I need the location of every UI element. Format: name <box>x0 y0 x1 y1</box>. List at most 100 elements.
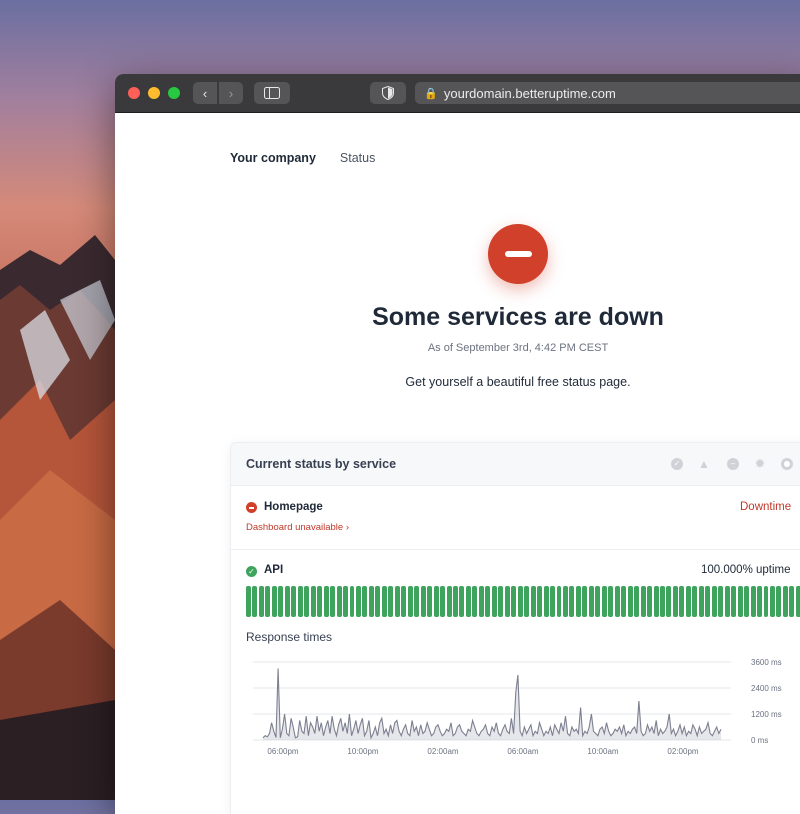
uptime-day-bar[interactable] <box>757 586 762 617</box>
uptime-day-bar[interactable] <box>530 586 536 617</box>
uptime-day-bar[interactable] <box>692 586 698 617</box>
uptime-day-bar[interactable] <box>433 586 439 617</box>
uptime-day-bar[interactable] <box>362 586 368 617</box>
company-name-link[interactable]: Your company <box>230 151 316 165</box>
uptime-day-bar[interactable] <box>317 586 323 617</box>
privacy-report-button[interactable] <box>370 82 406 104</box>
uptime-day-bar[interactable] <box>407 586 413 617</box>
uptime-day-bar[interactable] <box>776 586 782 617</box>
uptime-day-bar[interactable] <box>498 586 504 617</box>
uptime-day-bar[interactable] <box>323 586 329 617</box>
uptime-day-bar[interactable] <box>401 586 407 617</box>
uptime-day-bar[interactable] <box>556 586 562 617</box>
uptime-day-bar[interactable] <box>569 586 575 617</box>
uptime-day-bar[interactable] <box>465 586 471 617</box>
uptime-day-bar[interactable] <box>601 586 607 617</box>
uptime-day-bar[interactable] <box>763 586 769 617</box>
uptime-day-bar[interactable] <box>485 586 491 617</box>
uptime-day-bar[interactable] <box>336 586 342 617</box>
uptime-day-bar[interactable] <box>679 586 685 617</box>
uptime-day-bar[interactable] <box>582 586 588 617</box>
uptime-day-bar[interactable] <box>718 586 724 617</box>
uptime-day-bar[interactable] <box>705 586 711 617</box>
uptime-day-bar[interactable] <box>420 586 426 617</box>
minimize-window-button[interactable] <box>148 87 160 99</box>
uptime-day-bar[interactable] <box>562 586 568 617</box>
uptime-day-bar[interactable] <box>258 586 264 617</box>
uptime-day-bar[interactable] <box>634 586 640 617</box>
uptime-day-bar[interactable] <box>246 586 251 617</box>
url-text: yourdomain.betteruptime.com <box>443 85 616 101</box>
uptime-day-bar[interactable] <box>789 586 795 617</box>
uptime-day-bar[interactable] <box>271 586 277 617</box>
uptime-day-bar[interactable] <box>504 586 510 617</box>
uptime-day-bar[interactable] <box>647 586 653 617</box>
uptime-day-bar[interactable] <box>427 586 433 617</box>
uptime-day-bar[interactable] <box>297 586 303 617</box>
uptime-day-bar[interactable] <box>278 586 284 617</box>
uptime-day-bar[interactable] <box>446 586 452 617</box>
uptime-day-bar[interactable] <box>511 586 517 617</box>
uptime-day-bar[interactable] <box>459 586 465 617</box>
uptime-day-bar[interactable] <box>252 586 258 617</box>
uptime-day-bar[interactable] <box>698 586 704 617</box>
forward-button[interactable]: › <box>219 82 243 104</box>
uptime-day-bar[interactable] <box>478 586 484 617</box>
uptime-day-bar[interactable] <box>394 586 400 617</box>
tagline-link[interactable]: Get yourself a beautiful free status pag… <box>115 375 800 389</box>
uptime-day-bar[interactable] <box>724 586 730 617</box>
back-button[interactable]: ‹ <box>193 82 217 104</box>
uptime-day-bar[interactable] <box>744 586 750 617</box>
uptime-day-bar[interactable] <box>795 586 800 617</box>
uptime-day-bar[interactable] <box>769 586 775 617</box>
uptime-day-bar[interactable] <box>640 586 646 617</box>
zoom-window-button[interactable] <box>168 87 180 99</box>
uptime-day-bar[interactable] <box>660 586 665 617</box>
close-window-button[interactable] <box>128 87 140 99</box>
uptime-day-bar[interactable] <box>491 586 497 617</box>
uptime-day-bar[interactable] <box>731 586 737 617</box>
status-link[interactable]: Status <box>340 151 375 165</box>
uptime-day-bar[interactable] <box>537 586 543 617</box>
uptime-day-bar[interactable] <box>672 586 678 617</box>
uptime-day-bar[interactable] <box>588 586 594 617</box>
uptime-day-bar[interactable] <box>265 586 271 617</box>
uptime-day-bar[interactable] <box>627 586 633 617</box>
uptime-day-bar[interactable] <box>782 586 788 617</box>
uptime-day-bar[interactable] <box>666 586 672 617</box>
uptime-day-bar[interactable] <box>737 586 743 617</box>
uptime-day-bar[interactable] <box>291 586 297 617</box>
uptime-day-bar[interactable] <box>550 586 555 617</box>
incident-link[interactable]: Dashboard unavailable › <box>246 522 349 533</box>
uptime-day-bar[interactable] <box>685 586 691 617</box>
uptime-day-bar[interactable] <box>543 586 549 617</box>
address-bar[interactable]: 🔒 yourdomain.betteruptime.com <box>415 82 800 104</box>
uptime-day-bar[interactable] <box>711 586 717 617</box>
uptime-day-bar[interactable] <box>472 586 478 617</box>
uptime-day-bar[interactable] <box>653 586 659 617</box>
uptime-day-bar[interactable] <box>375 586 381 617</box>
uptime-day-bar[interactable] <box>388 586 394 617</box>
uptime-day-bar[interactable] <box>304 586 310 617</box>
uptime-day-bar[interactable] <box>595 586 601 617</box>
uptime-day-bar[interactable] <box>349 586 355 617</box>
uptime-day-bar[interactable] <box>310 586 316 617</box>
uptime-day-bar[interactable] <box>368 586 374 617</box>
service-row-homepage: Homepage Dashboard unavailable › Downtim… <box>231 486 800 550</box>
uptime-day-bar[interactable] <box>343 586 348 617</box>
uptime-day-bar[interactable] <box>750 586 756 617</box>
uptime-day-bar[interactable] <box>608 586 614 617</box>
uptime-day-bar[interactable] <box>517 586 523 617</box>
uptime-day-bar[interactable] <box>524 586 530 617</box>
uptime-day-bar[interactable] <box>614 586 620 617</box>
uptime-day-bar[interactable] <box>355 586 361 617</box>
uptime-day-bar[interactable] <box>381 586 387 617</box>
uptime-day-bar[interactable] <box>453 586 458 617</box>
uptime-day-bar[interactable] <box>284 586 290 617</box>
uptime-day-bar[interactable] <box>440 586 446 617</box>
uptime-day-bar[interactable] <box>330 586 336 617</box>
uptime-day-bar[interactable] <box>414 586 420 617</box>
uptime-day-bar[interactable] <box>575 586 581 617</box>
uptime-day-bar[interactable] <box>621 586 627 617</box>
sidebar-toggle-button[interactable] <box>254 82 290 104</box>
